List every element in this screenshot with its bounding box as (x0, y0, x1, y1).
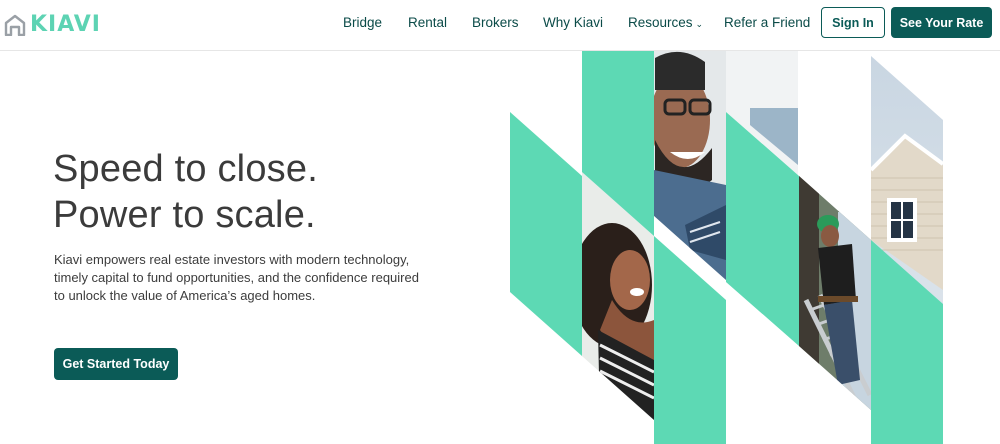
nav-resources[interactable]: Resources ⌄ (628, 15, 703, 30)
brand-name: KIAVI (30, 12, 101, 37)
hero-title: Speed to close. Power to scale. (53, 146, 318, 238)
green-stripe-1 (510, 112, 582, 356)
nav-rental[interactable]: Rental (408, 15, 447, 30)
nav-resources-label: Resources (628, 15, 693, 30)
nav-bridge[interactable]: Bridge (343, 15, 382, 30)
hero-artwork (510, 51, 943, 444)
house-logo-icon (4, 14, 26, 36)
chevron-down-icon: ⌄ (695, 19, 704, 29)
nav-brokers[interactable]: Brokers (472, 15, 519, 30)
site-header: KIAVI Bridge Rental Brokers Why Kiavi Re… (0, 0, 1000, 51)
kiavi-logo[interactable]: KIAVI (4, 12, 101, 37)
hero-description: Kiavi empowers real estate investors wit… (54, 252, 419, 303)
sign-in-button[interactable]: Sign In (821, 7, 885, 38)
nav-refer-a-friend[interactable]: Refer a Friend (724, 15, 810, 30)
get-started-button[interactable]: Get Started Today (54, 348, 178, 380)
hero-title-line-2: Power to scale. (53, 194, 316, 236)
see-your-rate-button[interactable]: See Your Rate (891, 7, 992, 38)
nav-why-kiavi[interactable]: Why Kiavi (543, 15, 603, 30)
hero-title-line-1: Speed to close. (53, 148, 318, 190)
worker-on-ladder-photo (799, 176, 871, 410)
